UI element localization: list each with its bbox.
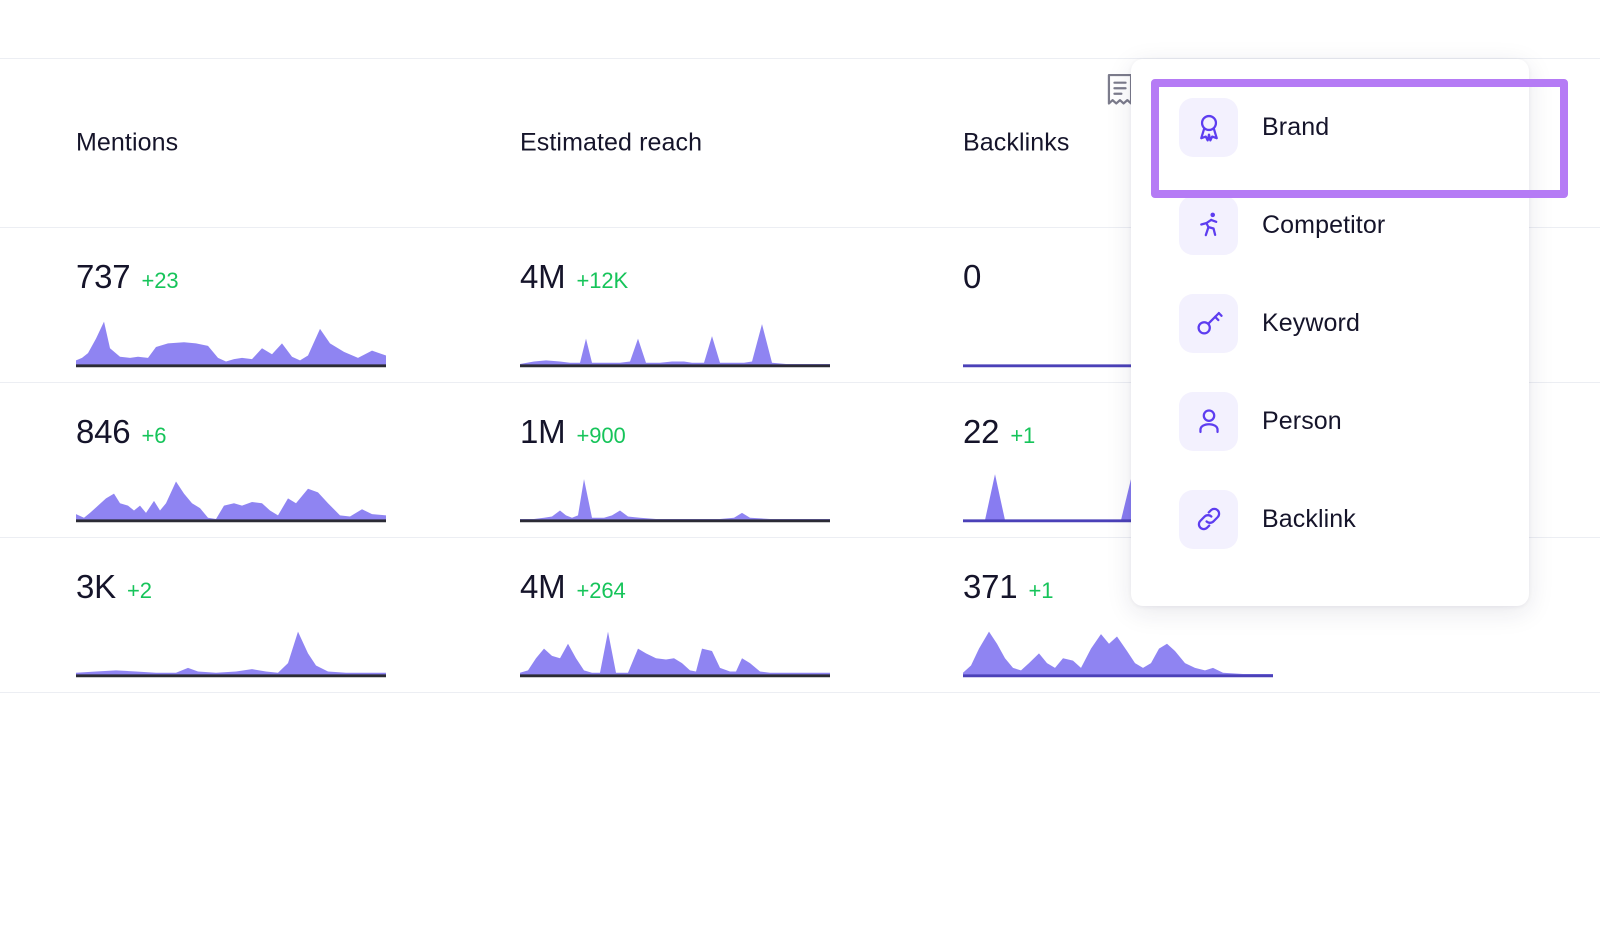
metric-value-group: 737 +23 [76,260,179,293]
metric-delta: +2 [127,580,152,602]
dropdown-item-label: Brand [1262,113,1329,142]
metric-value: 1M [520,415,565,448]
metric-delta: +264 [576,580,625,602]
dropdown-item-label: Backlink [1262,505,1356,534]
sparkline-estimated-reach [520,312,830,370]
metric-value: 4M [520,570,565,603]
runner-icon [1179,196,1238,255]
dropdown-item-person[interactable]: Person [1131,372,1529,470]
metric-value: 371 [963,570,1017,603]
metric-value-group: 0 [963,260,992,293]
dropdown-item-competitor[interactable]: Competitor [1131,176,1529,274]
cell-mentions: 3K +2 [76,538,516,692]
metric-value: 4M [520,260,565,293]
key-icon [1179,294,1238,353]
sparkline-backlinks [963,622,1273,680]
dropdown-item-label: Competitor [1262,211,1385,240]
sparkline-mentions [76,467,386,525]
metric-value-group: 371 +1 [963,570,1053,603]
metric-value: 737 [76,260,130,293]
person-icon [1179,392,1238,451]
sparkline-mentions [76,312,386,370]
metric-value: 0 [963,260,981,293]
dropdown-item-label: Person [1262,407,1342,436]
cell-estimated-reach: 4M +264 [520,538,960,692]
metric-value: 22 [963,415,999,448]
dropdown-item-backlink[interactable]: Backlink [1131,470,1529,568]
sparkline-estimated-reach [520,622,830,680]
cell-mentions: 846 +6 [76,383,516,537]
dropdown-item-brand[interactable]: Brand [1131,78,1529,176]
metric-value-group: 4M +12K [520,260,628,293]
dropdown-item-label: Keyword [1262,309,1360,338]
column-header-estimated-reach: Estimated reach [520,59,960,227]
metric-delta: +6 [141,425,166,447]
metric-value-group: 4M +264 [520,570,626,603]
award-icon [1179,98,1238,157]
metric-value-group: 22 +1 [963,415,1035,448]
metric-value-group: 846 +6 [76,415,166,448]
metric-delta: +1 [1028,580,1053,602]
metric-value: 3K [76,570,116,603]
column-header-label: Mentions [76,129,178,158]
app-root: Mentions Estimated reach Backlinks 737 +… [0,0,1600,936]
sparkline-estimated-reach [520,467,830,525]
entity-type-dropdown[interactable]: Brand Competitor [1131,59,1529,606]
metric-delta: +23 [141,270,178,292]
metric-delta: +12K [576,270,628,292]
cell-estimated-reach: 1M +900 [520,383,960,537]
cell-estimated-reach: 4M +12K [520,228,960,382]
sparkline-mentions [76,622,386,680]
metric-delta: +900 [576,425,625,447]
column-header-label: Backlinks [963,129,1070,158]
dropdown-item-keyword[interactable]: Keyword [1131,274,1529,372]
metric-value: 846 [76,415,130,448]
cell-mentions: 737 +23 [76,228,516,382]
link-icon [1179,490,1238,549]
metric-value-group: 3K +2 [76,570,152,603]
column-header-mentions: Mentions [76,59,516,227]
column-header-label: Estimated reach [520,129,702,158]
metric-value-group: 1M +900 [520,415,626,448]
metric-delta: +1 [1010,425,1035,447]
